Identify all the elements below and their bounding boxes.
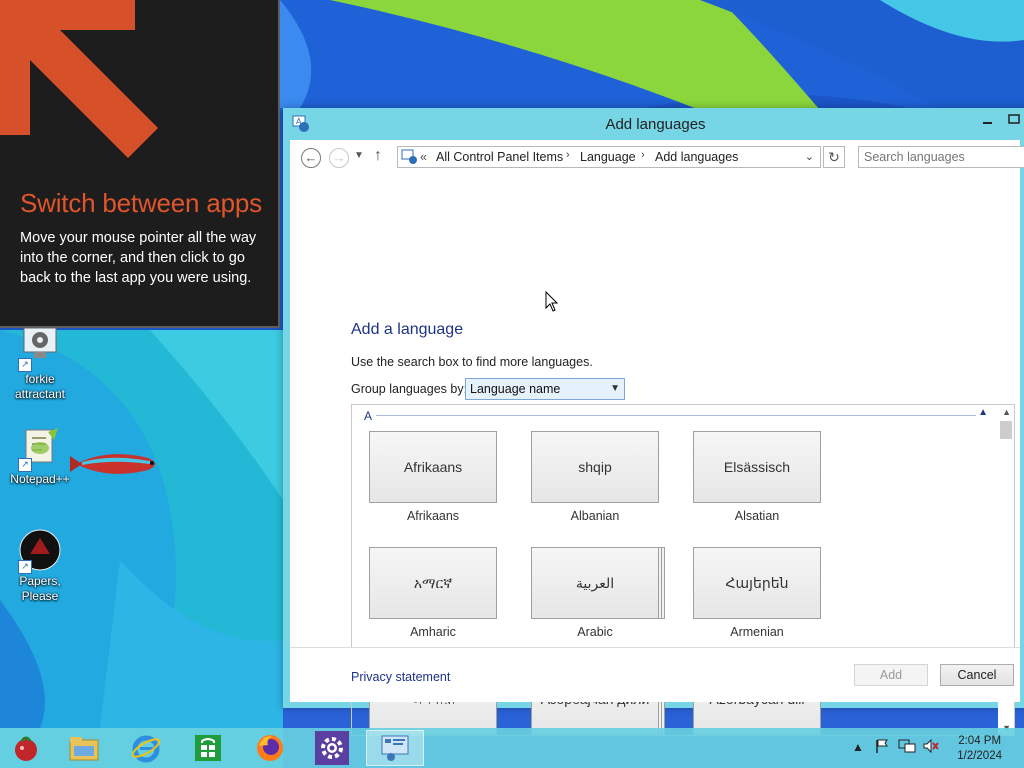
breadcrumb-language[interactable]: Language: [580, 150, 636, 164]
page-title: Add a language: [351, 321, 464, 338]
gear-app-icon: ↗: [18, 326, 62, 372]
language-tile-alsatian[interactable]: Elsässisch Alsatian: [693, 431, 821, 523]
language-tile-afrikaans[interactable]: Afrikaans Afrikaans: [369, 431, 497, 523]
up-arrow-icon: ↑: [374, 147, 382, 164]
switch-apps-tip: Switch between apps Move your mouse poin…: [0, 0, 280, 328]
control-panel-icon[interactable]: [366, 730, 424, 766]
language-tile-albanian[interactable]: shqip Albanian: [531, 431, 659, 523]
neon-fish-sprite: [68, 446, 166, 485]
search-hint-text: Use the search box to find more language…: [351, 355, 593, 369]
clock-date: 1/2/2024: [957, 750, 1002, 762]
volume-muted-icon[interactable]: [922, 738, 940, 757]
tip-body: Move your mouse pointer all the way into…: [20, 230, 257, 286]
language-app-icon: [401, 149, 419, 165]
dialog-footer: Privacy statement Add Cancel: [290, 647, 1020, 702]
breadcrumb-all-control-panel-items[interactable]: All Control Panel Items: [436, 150, 563, 164]
scroll-thumb[interactable]: [1000, 421, 1012, 439]
group-by-label: Group languages by:: [351, 382, 468, 396]
address-dropdown-icon[interactable]: ⌄: [805, 150, 814, 163]
desktop-icon-label: forkie attractant: [14, 372, 66, 401]
minimize-button[interactable]: [978, 110, 998, 130]
shortcut-arrow-icon: ↗: [18, 560, 32, 574]
group-by-select[interactable]: Language name ▼: [465, 378, 625, 400]
breadcrumb-separator[interactable]: ›: [641, 149, 645, 161]
language-name: Alsatian: [734, 509, 780, 523]
group-by-value: Language name: [470, 382, 561, 396]
cancel-button[interactable]: Cancel: [940, 664, 1014, 686]
scroll-up-icon[interactable]: ▲: [1002, 407, 1011, 417]
settings-icon[interactable]: [312, 730, 352, 766]
language-native-name: Elsässisch: [693, 431, 821, 503]
clock-time: 2:04 PM: [958, 735, 1002, 747]
address-toolbar: ← → ▼ ↑ « All Control Panel Items › Lang…: [290, 140, 1024, 180]
desktop-icon-papers-please[interactable]: ↗ Papers, Please: [0, 528, 80, 604]
breadcrumb-overflow[interactable]: «: [420, 150, 427, 164]
title-bar[interactable]: A Add languages: [283, 108, 1024, 140]
language-tile-armenian[interactable]: Հայերեն Armenian: [693, 547, 821, 639]
language-name: Albanian: [570, 509, 620, 523]
window-client-area: ← → ▼ ↑ « All Control Panel Items › Lang…: [290, 140, 1024, 736]
corner-arrow-icon: [0, 0, 158, 158]
tip-title: Switch between apps: [20, 188, 262, 218]
shortcut-arrow-icon: ↗: [18, 458, 32, 472]
language-tile-arabic[interactable]: العربية Arabic: [531, 547, 659, 639]
language-name: Arabic: [577, 625, 613, 639]
internet-explorer-icon[interactable]: [126, 730, 166, 766]
papers-please-icon: ↗: [18, 528, 62, 574]
add-languages-window: A Add languages ← → ▼ ↑ « All Control Pa…: [283, 108, 1024, 736]
desktop-icon-label: Papers, Please: [19, 574, 61, 603]
forward-button[interactable]: →: [329, 148, 349, 168]
maximize-button[interactable]: [1004, 110, 1024, 130]
action-center-flag-icon[interactable]: [874, 738, 890, 757]
breadcrumb-add-languages[interactable]: Add languages: [655, 150, 738, 164]
language-native-name: አማርኛ: [369, 547, 497, 619]
desktop-icon-forkie-attractant[interactable]: ↗ forkie attractant: [0, 326, 80, 402]
breadcrumb-separator[interactable]: ›: [566, 149, 570, 161]
language-name: Afrikaans: [406, 509, 460, 523]
window-title: Add languages: [605, 116, 706, 133]
language-tile-amharic[interactable]: አማርኛ Amharic: [369, 547, 497, 639]
store-icon[interactable]: [188, 730, 228, 766]
group-divider: [376, 415, 976, 416]
up-button[interactable]: ↑: [374, 147, 382, 165]
language-native-name: العربية: [531, 547, 659, 619]
search-input[interactable]: [858, 146, 1024, 168]
language-native-name: Afrikaans: [369, 431, 497, 503]
language-name: Amharic: [410, 625, 456, 639]
shortcut-arrow-icon: ↗: [18, 358, 32, 372]
language-name: Armenian: [730, 625, 784, 639]
forward-arrow-icon: →: [332, 150, 346, 165]
firefox-icon[interactable]: [250, 730, 290, 766]
add-button[interactable]: Add: [854, 664, 928, 686]
notepadpp-icon: ↗: [18, 426, 62, 472]
start-orb-icon[interactable]: [6, 730, 46, 766]
privacy-statement-link[interactable]: Privacy statement: [351, 670, 450, 684]
language-native-name: shqip: [531, 431, 659, 503]
taskbar: ▲ 2:04 PM 1/2/2024: [0, 728, 1024, 768]
show-hidden-icons-button[interactable]: ▲: [852, 740, 864, 754]
recent-locations-dropdown[interactable]: ▼: [354, 150, 364, 161]
back-arrow-icon: ←: [304, 150, 318, 165]
address-bar[interactable]: « All Control Panel Items › Language › A…: [397, 146, 821, 168]
chevron-down-icon: ▼: [610, 383, 620, 394]
mouse-pointer-icon: [545, 290, 559, 316]
system-clock[interactable]: 2:04 PM 1/2/2024: [957, 734, 1002, 764]
refresh-button[interactable]: ↻: [823, 146, 845, 168]
refresh-icon: ↻: [828, 149, 840, 165]
collapse-group-icon[interactable]: ▲: [978, 407, 988, 418]
group-header: A: [364, 409, 373, 423]
file-explorer-icon[interactable]: [64, 730, 104, 766]
language-native-name: Հայերեն: [693, 547, 821, 619]
network-icon[interactable]: [898, 738, 916, 757]
back-button[interactable]: ←: [301, 148, 321, 168]
